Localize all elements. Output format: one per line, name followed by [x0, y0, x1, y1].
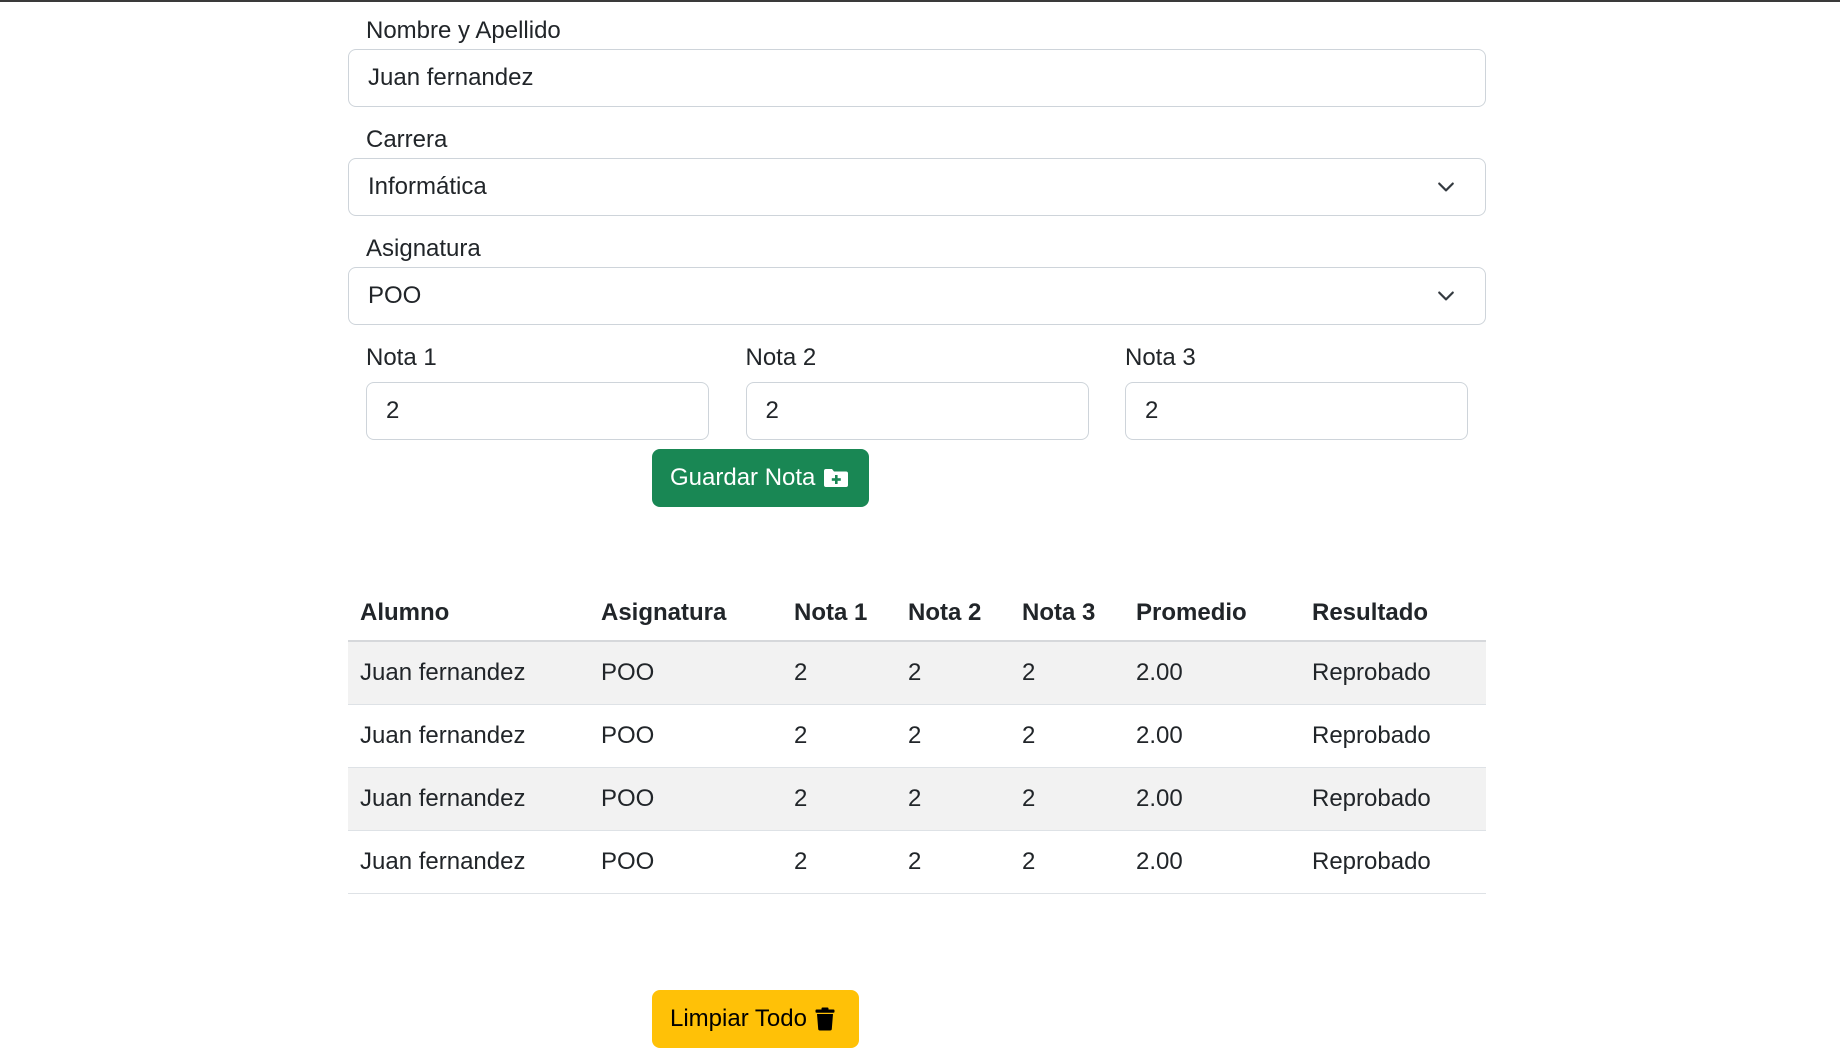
clear-button-label: Limpiar Todo [670, 1005, 807, 1032]
cell-asignatura: POO [589, 767, 782, 831]
cell-nota2: 2 [896, 767, 1010, 831]
header-alumno: Alumno [348, 585, 589, 642]
top-border [0, 0, 1840, 2]
nota3-input[interactable]: 2 [1125, 382, 1468, 440]
chevron-down-icon [1438, 291, 1454, 301]
cell-asignatura: POO [589, 704, 782, 768]
nota3-group: Nota 3 2 [1125, 344, 1468, 440]
trash-icon [815, 1007, 835, 1031]
grades-table: Alumno Asignatura Nota 1 Nota 2 Nota 3 P… [348, 585, 1486, 894]
header-resultado: Resultado [1300, 585, 1486, 642]
save-grade-button[interactable]: Guardar Nota [652, 449, 869, 507]
cell-alumno: Juan fernandez [348, 641, 589, 705]
name-group: Nombre y Apellido Juan fernandez [348, 17, 1486, 107]
nota2-label: Nota 2 [745, 344, 817, 371]
cell-nota3: 2 [1010, 704, 1124, 768]
asignatura-label: Asignatura [366, 235, 481, 262]
cell-alumno: Juan fernandez [348, 704, 589, 768]
header-nota1: Nota 1 [782, 585, 896, 642]
asignatura-selected-value: POO [368, 282, 422, 309]
nota1-input[interactable]: 2 [366, 382, 709, 440]
cell-promedio: 2.00 [1124, 830, 1300, 894]
table-row: Juan fernandez POO 2 2 2 2.00 Reprobado [348, 704, 1486, 768]
cell-promedio: 2.00 [1124, 767, 1300, 831]
carrera-group: Carrera Informática [348, 126, 1486, 216]
nota1-group: Nota 1 2 [366, 344, 709, 440]
cell-asignatura: POO [589, 830, 782, 894]
carrera-label: Carrera [366, 126, 448, 153]
name-label: Nombre y Apellido [366, 17, 561, 44]
header-nota3: Nota 3 [1010, 585, 1124, 642]
nota2-input[interactable]: 2 [745, 382, 1089, 440]
table-row: Juan fernandez POO 2 2 2 2.00 Reprobado [348, 830, 1486, 894]
notas-row: Nota 1 2 Nota 2 2 Nota 3 2 [366, 344, 1468, 440]
header-asignatura: Asignatura [589, 585, 782, 642]
header-promedio: Promedio [1124, 585, 1300, 642]
cell-nota2: 2 [896, 641, 1010, 705]
folder-plus-icon [823, 468, 849, 488]
cell-resultado: Reprobado [1300, 767, 1486, 831]
table-row: Juan fernandez POO 2 2 2 2.00 Reprobado [348, 641, 1486, 705]
carrera-select[interactable]: Informática [348, 158, 1486, 216]
carrera-selected-value: Informática [368, 173, 487, 200]
cell-nota3: 2 [1010, 641, 1124, 705]
header-nota2: Nota 2 [896, 585, 1010, 642]
table-row: Juan fernandez POO 2 2 2 2.00 Reprobado [348, 767, 1486, 831]
cell-nota1: 2 [782, 830, 896, 894]
cell-nota3: 2 [1010, 767, 1124, 831]
cell-nota2: 2 [896, 704, 1010, 768]
cell-resultado: Reprobado [1300, 830, 1486, 894]
cell-resultado: Reprobado [1300, 641, 1486, 705]
chevron-down-icon [1438, 182, 1454, 192]
cell-promedio: 2.00 [1124, 704, 1300, 768]
cell-nota1: 2 [782, 767, 896, 831]
name-input[interactable]: Juan fernandez [348, 49, 1486, 107]
asignatura-group: Asignatura POO [348, 235, 1486, 325]
cell-nota1: 2 [782, 704, 896, 768]
cell-alumno: Juan fernandez [348, 830, 589, 894]
nota3-label: Nota 3 [1125, 344, 1196, 371]
asignatura-select[interactable]: POO [348, 267, 1486, 325]
cell-alumno: Juan fernandez [348, 767, 589, 831]
nota2-group: Nota 2 2 [745, 344, 1089, 440]
cell-asignatura: POO [589, 641, 782, 705]
table-header-row: Alumno Asignatura Nota 1 Nota 2 Nota 3 P… [348, 585, 1486, 642]
save-button-label: Guardar Nota [670, 464, 816, 491]
cell-promedio: 2.00 [1124, 641, 1300, 705]
cell-nota1: 2 [782, 641, 896, 705]
clear-all-button[interactable]: Limpiar Todo [652, 990, 859, 1048]
cell-nota2: 2 [896, 830, 1010, 894]
cell-nota3: 2 [1010, 830, 1124, 894]
nota1-label: Nota 1 [366, 344, 437, 371]
cell-resultado: Reprobado [1300, 704, 1486, 768]
